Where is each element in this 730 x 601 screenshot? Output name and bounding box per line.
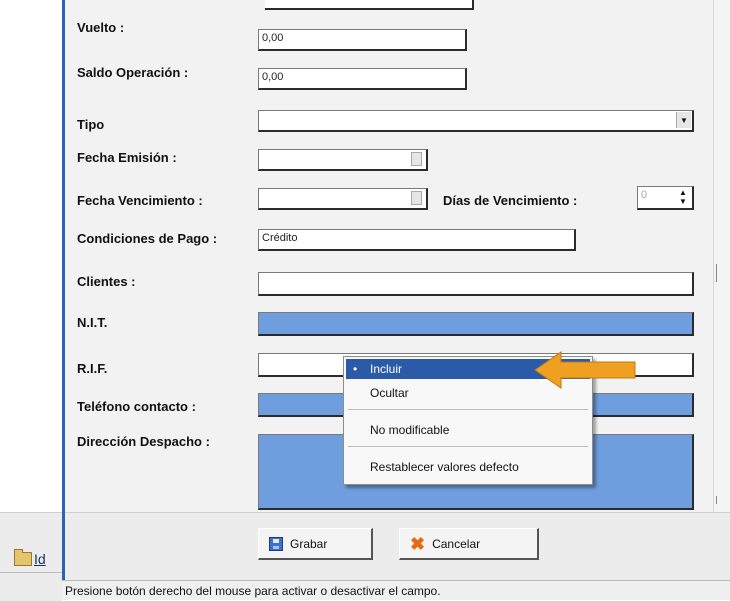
spinner-arrows-icon[interactable]: ▲ ▼ [676,188,690,206]
direccion-despacho-label: Dirección Despacho : [77,434,210,449]
left-toolbar-label: Id [34,551,46,567]
condiciones-pago-field[interactable]: Crédito [258,229,576,251]
scrollbar-mark [716,264,717,282]
save-icon [269,536,283,551]
fecha-emision-field[interactable] [258,149,428,171]
vuelto-field[interactable]: 0,00 [258,29,467,51]
left-toolbar-divider [0,572,62,573]
grabar-label: Grabar [290,536,328,551]
calendar-icon[interactable] [411,191,422,205]
vuelto-label: Vuelto : [77,20,125,35]
scrollbar-mark [716,496,717,504]
tipo-select[interactable]: ▼ [258,110,694,132]
previous-field-partial[interactable] [265,0,474,10]
menu-item-label: Restablecer valores defecto [370,460,519,474]
rif-label: R.I.F. [77,361,108,376]
left-panel [0,0,62,600]
tipo-label: Tipo [77,117,105,132]
chevron-down-icon[interactable]: ▼ [676,112,691,128]
nit-field[interactable] [258,312,694,336]
button-bar: Grabar ✖ Cancelar [65,512,730,581]
grabar-button[interactable]: Grabar [258,528,373,560]
nit-label: N.I.T. [77,315,108,330]
folder-icon [14,549,32,566]
dias-vencimiento-spinner[interactable]: 0 ▲ ▼ [637,186,694,210]
condiciones-pago-label: Condiciones de Pago : [77,231,218,246]
cancel-x-icon: ✖ [410,533,426,554]
calendar-icon[interactable] [411,152,422,166]
menu-item-label: Incluir [370,362,403,376]
menu-item-label: Ocultar [370,386,409,400]
clientes-field[interactable] [258,272,694,296]
saldo-operacion-field[interactable]: 0,00 [258,68,467,90]
menu-item-label: No modificable [370,423,450,437]
fecha-emision-label: Fecha Emisión : [77,150,177,165]
fecha-vencimiento-field[interactable] [258,188,428,210]
clientes-label: Clientes : [77,274,136,289]
dias-vencimiento-label: Días de Vencimiento : [443,193,578,208]
left-toolbar-item[interactable]: Id [14,549,46,567]
menu-separator [348,409,588,410]
cancelar-button[interactable]: ✖ Cancelar [399,528,539,560]
dias-vencimiento-value: 0 [641,189,648,201]
menu-item-restablecer[interactable]: Restablecer valores defecto [346,457,590,477]
menu-item-no-modificable[interactable]: No modificable [346,420,590,440]
saldo-operacion-label: Saldo Operación : [77,65,189,80]
telefono-contacto-label: Teléfono contacto : [77,399,196,414]
status-bar: Presione botón derecho del mouse para ac… [62,580,730,600]
menu-separator [348,446,588,447]
form-scrollbar[interactable] [713,0,730,512]
arrow-pointer-icon [534,351,636,389]
radio-bullet-icon: • [353,362,358,376]
fecha-vencimiento-label: Fecha Vencimiento : [77,193,203,208]
cancelar-label: Cancelar [432,536,481,551]
